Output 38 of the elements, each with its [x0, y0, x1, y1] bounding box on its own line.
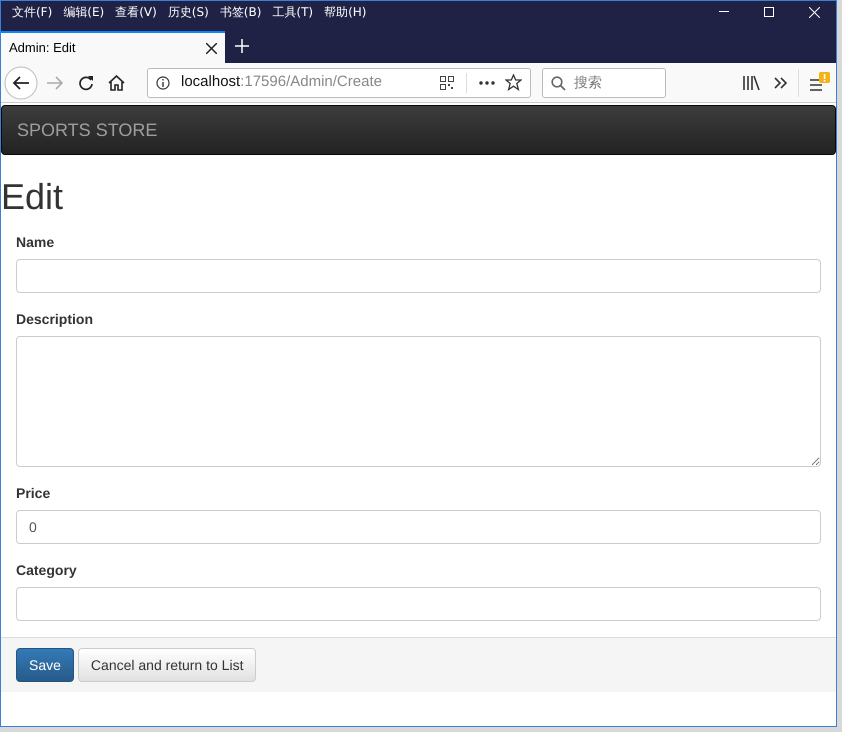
info-icon	[156, 76, 170, 90]
address-bar[interactable]: localhost:17596/Admin/Create	[147, 68, 531, 98]
cancel-button[interactable]: Cancel and return to List	[78, 648, 256, 682]
field-label: Name	[16, 233, 56, 252]
input-field[interactable]: 0	[16, 510, 821, 544]
menu-item[interactable]: 帮助(H)	[324, 3, 366, 21]
menu-item[interactable]: 工具(T)	[272, 3, 314, 21]
menu-item[interactable]: 文件(F)	[12, 3, 52, 21]
menu-item[interactable]: 历史(S)	[168, 3, 209, 21]
menu-icon[interactable]	[809, 72, 831, 94]
new-tab-icon[interactable]	[235, 39, 249, 53]
star-icon[interactable]	[505, 74, 522, 91]
menu-item[interactable]: 书签(B)	[220, 3, 262, 21]
overflow-icon[interactable]	[774, 76, 788, 88]
maximize-icon[interactable]	[764, 7, 774, 17]
search-icon	[551, 76, 566, 90]
save-button[interactable]: Save	[16, 648, 74, 682]
home-icon[interactable]	[108, 74, 125, 90]
close-tab-icon[interactable]	[206, 42, 217, 54]
back-icon[interactable]	[4, 66, 38, 100]
more-icon[interactable]	[479, 80, 495, 84]
input-field[interactable]	[16, 259, 821, 293]
library-icon[interactable]	[742, 74, 760, 90]
menu-item[interactable]: 查看(V)	[115, 3, 157, 21]
menu-item[interactable]: 编辑(E)	[63, 3, 104, 21]
brand-link[interactable]: SPORTS STORE	[17, 116, 158, 144]
minimize-icon[interactable]	[719, 11, 729, 13]
qr-code-icon[interactable]	[440, 76, 454, 90]
url-text: localhost:17596/Admin/Create	[181, 72, 382, 92]
reload-icon[interactable]	[78, 74, 94, 90]
page-heading: Edit	[1, 179, 64, 215]
field-label: Price	[16, 484, 52, 503]
field-label: Category	[16, 561, 78, 580]
browser-tab[interactable]: Admin: Edit	[1, 31, 225, 63]
search-field[interactable]: 搜索	[542, 68, 666, 98]
field-label: Description	[16, 310, 94, 329]
input-field[interactable]	[16, 587, 821, 621]
close-icon[interactable]	[809, 6, 820, 18]
